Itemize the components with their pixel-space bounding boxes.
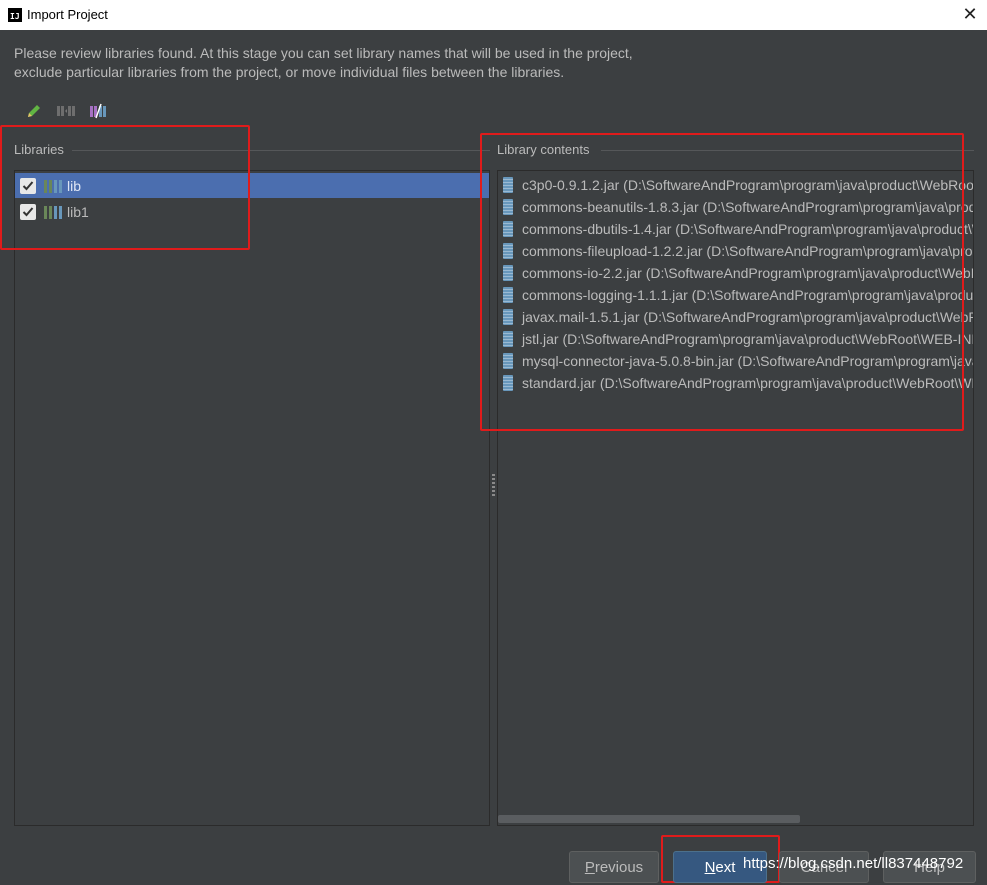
library-icon <box>44 205 62 219</box>
instructions-line-1: Please review libraries found. At this s… <box>14 45 633 61</box>
library-item-lib1[interactable]: lib1 <box>15 199 489 224</box>
libraries-divider <box>72 150 490 151</box>
libraries-label: Libraries <box>14 142 64 157</box>
list-item[interactable]: commons-fileupload-1.2.2.jar (D:\Softwar… <box>503 240 973 262</box>
list-item[interactable]: standard.jar (D:\SoftwareAndProgram\prog… <box>503 372 973 394</box>
edit-pencil-icon[interactable] <box>24 101 44 121</box>
jar-file-icon <box>503 353 513 369</box>
watermark-url: https://blog.csdn.net/ll837448792 <box>743 855 964 872</box>
list-item[interactable]: mysql-connector-java-5.0.8-bin.jar (D:\S… <box>503 350 973 372</box>
library-toolbar <box>24 101 108 121</box>
jar-file-icon <box>503 287 513 303</box>
jar-file-icon <box>503 265 513 281</box>
panel-splitter-handle[interactable] <box>492 474 495 496</box>
merge-libraries-icon[interactable] <box>56 101 76 121</box>
split-library-icon[interactable] <box>88 101 108 121</box>
list-item[interactable]: commons-dbutils-1.4.jar (D:\SoftwareAndP… <box>503 218 973 240</box>
list-item[interactable]: javax.mail-1.5.1.jar (D:\SoftwareAndProg… <box>503 306 973 328</box>
close-icon[interactable]: ✕ <box>959 3 981 25</box>
library-contents-divider <box>601 150 974 151</box>
jar-file-icon <box>503 177 513 193</box>
jar-file-icon <box>503 243 513 259</box>
jar-file-icon <box>503 331 513 347</box>
library-name: lib <box>67 177 82 194</box>
instructions-text: Please review libraries found. At this s… <box>14 44 633 82</box>
previous-button[interactable]: Previous <box>569 851 659 883</box>
libraries-list[interactable]: lib lib1 <box>14 170 490 826</box>
jar-file-icon <box>503 221 513 237</box>
library-checkbox[interactable] <box>20 203 36 220</box>
list-item[interactable]: commons-logging-1.1.1.jar (D:\SoftwareAn… <box>503 284 973 306</box>
jar-file-icon <box>503 375 513 391</box>
list-item[interactable]: c3p0-0.9.1.2.jar (D:\SoftwareAndProgram\… <box>503 174 973 196</box>
list-item[interactable]: commons-io-2.2.jar (D:\SoftwareAndProgra… <box>503 262 973 284</box>
library-item-lib[interactable]: lib <box>15 173 489 198</box>
library-contents-label: Library contents <box>497 142 590 157</box>
jar-file-icon <box>503 309 513 325</box>
intellij-app-icon: IJ <box>8 8 22 22</box>
horizontal-scrollbar[interactable] <box>498 815 800 823</box>
list-item[interactable]: jstl.jar (D:\SoftwareAndProgram\program\… <box>503 328 973 350</box>
library-checkbox[interactable] <box>20 177 36 194</box>
library-name: lib1 <box>67 203 89 220</box>
list-item[interactable]: commons-beanutils-1.8.3.jar (D:\Software… <box>503 196 973 218</box>
title-bar: IJ Import Project ✕ <box>0 0 987 30</box>
instructions-line-2: exclude particular libraries from the pr… <box>14 64 565 80</box>
library-icon <box>44 179 62 193</box>
window-title: Import Project <box>27 7 108 22</box>
jar-file-icon <box>503 199 513 215</box>
library-contents-list[interactable]: c3p0-0.9.1.2.jar (D:\SoftwareAndProgram\… <box>497 170 974 826</box>
